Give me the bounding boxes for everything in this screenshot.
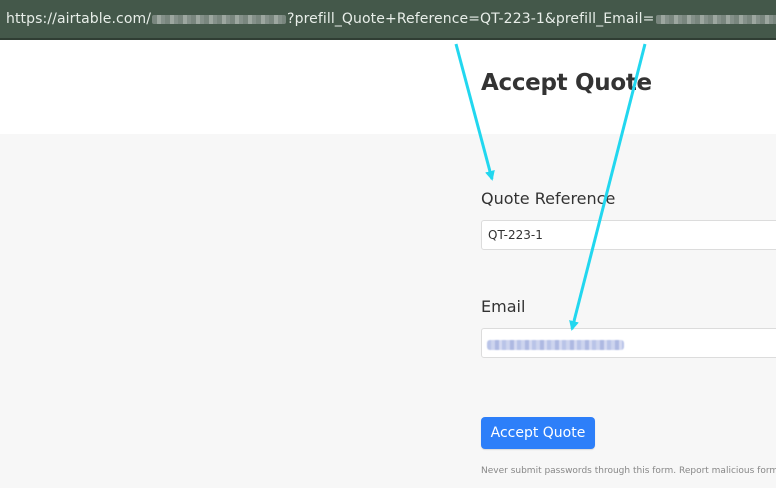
form-title: Accept Quote xyxy=(481,70,652,96)
redacted-form-id xyxy=(152,14,287,24)
form-header xyxy=(0,40,776,134)
url-text[interactable]: https://airtable.com/ ?prefill_Quote+Refe… xyxy=(0,11,776,27)
footer-warning: Never submit passwords through this form… xyxy=(481,466,677,476)
quote-reference-label: Quote Reference xyxy=(481,189,616,208)
email-label: Email xyxy=(481,297,526,316)
redacted-email-value xyxy=(487,340,624,350)
url-query: ?prefill_Quote+Reference=QT-223-1&prefil… xyxy=(287,11,655,27)
redacted-email-param xyxy=(656,14,776,24)
accept-quote-button[interactable]: Accept Quote xyxy=(481,417,595,449)
quote-reference-input[interactable]: QT-223-1 xyxy=(481,220,776,250)
browser-url-bar[interactable]: https://airtable.com/ ?prefill_Quote+Refe… xyxy=(0,0,776,40)
report-malicious-link[interactable]: Report malicious form xyxy=(679,466,776,476)
url-prefix: https://airtable.com/ xyxy=(6,11,152,27)
email-input[interactable] xyxy=(481,328,776,358)
form-footer: Never submit passwords through this form… xyxy=(481,466,776,476)
